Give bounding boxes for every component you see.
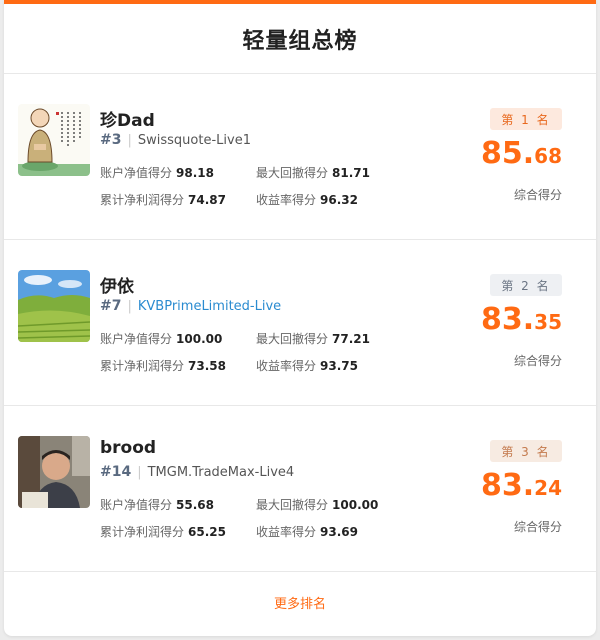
composite-score-label: 综合得分 <box>513 188 562 202</box>
trader-meta: #7 | KVBPrimeLimited-Live <box>100 298 281 314</box>
stat-drawdown: 最大回撤得分 81.71 <box>256 166 370 180</box>
stat-equity: 账户净值得分 98.18 <box>100 166 214 180</box>
composite-score: 83.24 <box>481 468 562 503</box>
composite-score: 83.35 <box>481 302 562 337</box>
divider: | <box>127 298 132 314</box>
avatar[interactable] <box>18 270 90 342</box>
server-name: Swissquote-Live1 <box>137 132 251 148</box>
leaderboard-entry[interactable]: 珍Dad #3 | Swissquote-Live1 账户净值得分 98.18 最… <box>4 74 596 240</box>
avatar[interactable] <box>18 104 90 176</box>
server-name: TMGM.TradeMax-Live4 <box>147 464 295 480</box>
stat-profit: 累计净利润得分 65.25 <box>100 525 226 539</box>
rank-badge: 第 3 名 <box>490 440 562 462</box>
divider: | <box>137 464 142 480</box>
composite-score-label: 综合得分 <box>513 520 562 534</box>
score-stats: 账户净值得分 55.68 最大回撤得分 100.00 累计净利润得分 65.25 收益… <box>100 496 390 540</box>
stat-drawdown: 最大回撤得分 100.00 <box>256 498 379 512</box>
trader-meta: #3 | Swissquote-Live1 <box>100 132 251 148</box>
more-rankings-link[interactable]: 更多排名 <box>274 593 326 612</box>
stat-profit: 累计净利润得分 73.58 <box>100 359 226 373</box>
person-photo-avatar-icon <box>18 436 90 508</box>
composite-score-label: 综合得分 <box>513 354 562 368</box>
page-title: 轻量组总榜 <box>242 28 358 54</box>
stat-yield: 收益率得分 96.32 <box>256 193 358 207</box>
trader-meta: #14 | TMGM.TradeMax-Live4 <box>100 464 294 480</box>
leaderboard-entry[interactable]: 伊依 #7 | KVBPrimeLimited-Live 账户净值得分 100.0… <box>4 240 596 406</box>
trader-name[interactable]: 伊依 <box>100 272 134 297</box>
rank-badge: 第 1 名 <box>490 108 562 130</box>
composite-score: 85.68 <box>481 136 562 171</box>
stat-equity: 账户净值得分 100.00 <box>100 332 223 346</box>
divider: | <box>127 132 132 148</box>
avatar[interactable] <box>18 436 90 508</box>
monk-cartoon-avatar-icon <box>18 104 90 176</box>
trader-name[interactable]: 珍Dad <box>100 106 155 131</box>
leaderboard-entry[interactable]: brood #14 | TMGM.TradeMax-Live4 账户净值得分 55… <box>4 406 596 572</box>
stat-yield: 收益率得分 93.69 <box>256 525 358 539</box>
score-stats: 账户净值得分 98.18 最大回撤得分 81.71 累计净利润得分 74.87 收益率… <box>100 164 390 208</box>
stat-yield: 收益率得分 93.75 <box>256 359 358 373</box>
leaderboard-card: 轻量组总榜 珍Dad #3 | Swissquote-Live1 账户净值得分 … <box>4 0 596 636</box>
card-header: 轻量组总榜 <box>4 4 596 74</box>
stat-equity: 账户净值得分 55.68 <box>100 498 214 512</box>
trader-rank-number: #3 <box>100 132 122 148</box>
trader-rank-number: #14 <box>100 464 132 480</box>
stat-profit: 累计净利润得分 74.87 <box>100 193 226 207</box>
trader-name[interactable]: brood <box>100 438 156 458</box>
trader-rank-number: #7 <box>100 298 122 314</box>
server-name[interactable]: KVBPrimeLimited-Live <box>138 299 281 314</box>
score-stats: 账户净值得分 100.00 最大回撤得分 77.21 累计净利润得分 73.58 收益… <box>100 330 390 374</box>
rank-badge: 第 2 名 <box>490 274 562 296</box>
stat-drawdown: 最大回撤得分 77.21 <box>256 332 370 346</box>
card-footer: 更多排名 <box>4 572 596 632</box>
landscape-photo-avatar-icon <box>18 270 90 342</box>
